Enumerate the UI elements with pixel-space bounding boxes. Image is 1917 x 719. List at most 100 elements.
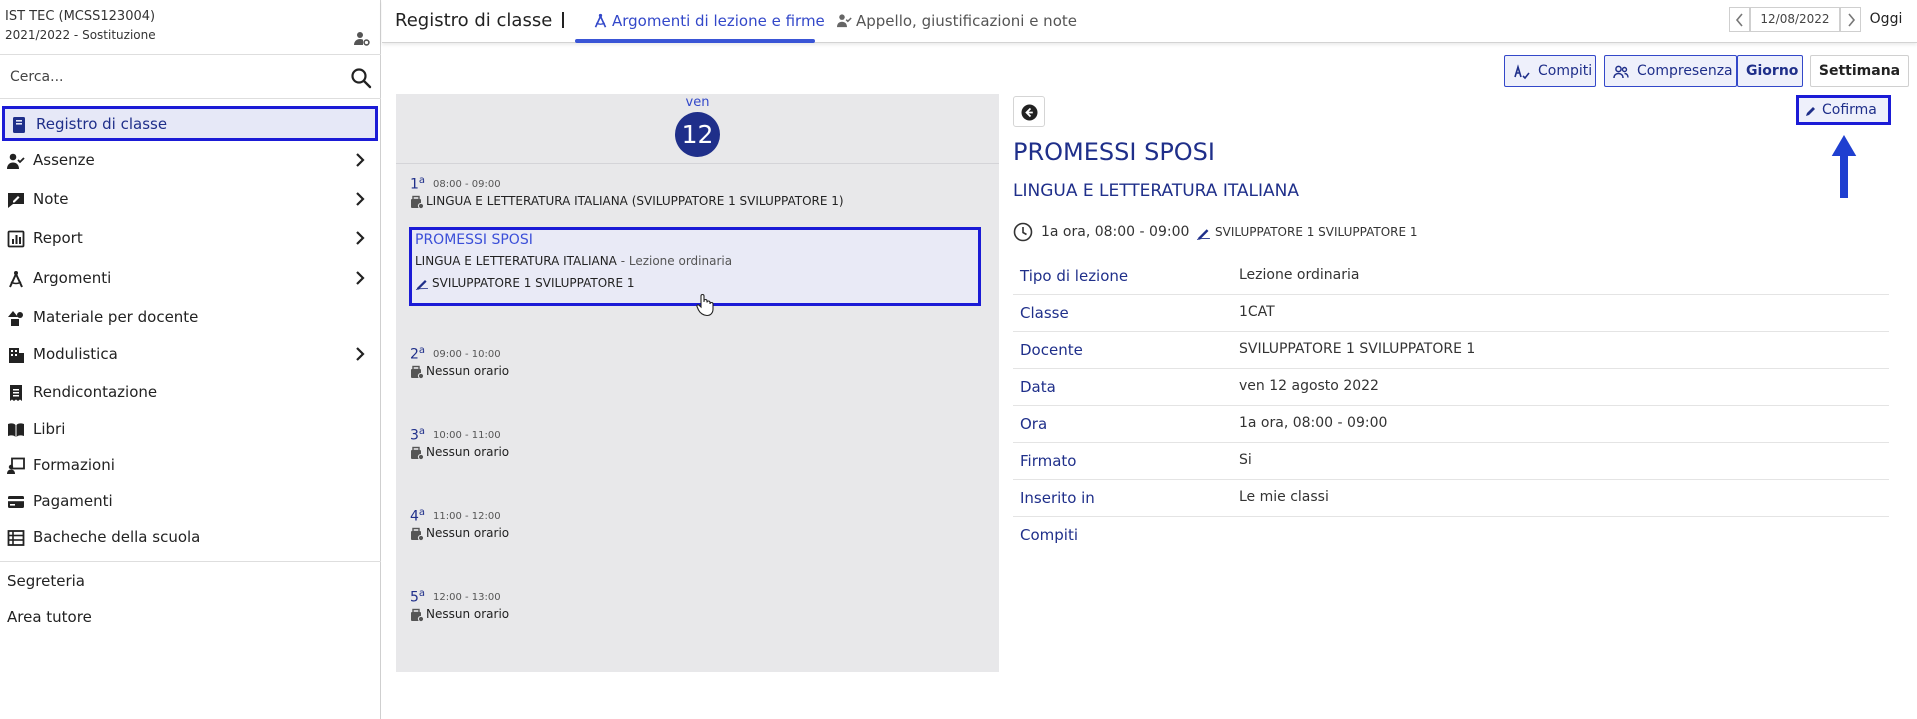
class-icon [411,195,424,209]
presentation-icon [7,457,25,474]
detail-title: PROMESSI SPOSI [1013,138,1215,166]
slot-time: 10:00 - 11:00 [433,430,501,441]
detail-row: Tipo di lezione Lezione ordinaria [1013,258,1889,295]
chevron-right-icon [1848,13,1856,27]
sidebar-item-libri[interactable]: Libri [0,412,381,446]
slot-text: Nessun orario [426,607,510,621]
slot-time: 12:00 - 13:00 [433,592,501,603]
detail-value: Le mie classi [1239,489,1329,505]
detail-value: 1CAT [1239,304,1275,320]
detail-subject: LINGUA E LETTERATURA ITALIANA [1013,181,1300,201]
giorno-button[interactable]: Giorno [1737,55,1803,87]
detail-value: ven 12 agosto 2022 [1239,378,1379,394]
sidebar-item-argomenti[interactable]: Argomenti [0,261,381,295]
compiti-button[interactable]: Compiti [1504,55,1596,87]
chart-icon [7,230,25,248]
class-icon [411,446,424,460]
prev-date-button[interactable] [1729,7,1750,32]
class-icon [411,365,424,379]
settimana-button[interactable]: Settimana [1810,55,1909,87]
sidebar-item-segreteria[interactable]: Segreteria [7,572,85,590]
title-divider [562,12,564,28]
receipt-icon [10,385,22,401]
sidebar-item-assenze[interactable]: Assenze [0,143,381,177]
slot-hour: 1a [410,175,426,193]
sidebar-item-label: Argomenti [33,269,112,287]
credit-card-icon [8,496,24,508]
sidebar-item-report[interactable]: Report [0,221,381,255]
homework-icon [1514,64,1530,80]
lesson-subject: LINGUA E LETTERATURA ITALIANA - Lezione … [415,254,733,268]
lesson-card[interactable]: PROMESSI SPOSI LINGUA E LETTERATURA ITAL… [409,227,981,306]
button-label: Compresenza [1637,63,1733,79]
search-icon[interactable] [350,67,372,89]
sidebar-item-note[interactable]: Note [0,182,381,216]
detail-row: Docente SVILUPPATORE 1 SVILUPPATORE 1 [1013,332,1889,369]
detail-value: SVILUPPATORE 1 SVILUPPATORE 1 [1239,341,1476,357]
user-check-icon [837,14,852,28]
chevron-left-icon [1735,13,1743,27]
page-title: Registro di classe [395,10,553,31]
class-icon [411,527,424,541]
slot-text: Nessun orario [426,526,510,540]
slot-text: Nessun orario [426,445,510,459]
detail-row: Data ven 12 agosto 2022 [1013,369,1889,406]
tab-appello[interactable]: Appello, giustificazioni e note [837,11,1087,43]
user-settings-icon[interactable] [354,30,370,46]
class-icon [411,608,424,622]
detail-key: Ora [1020,415,1048,433]
detail-row: Compiti [1013,517,1889,554]
compresenza-button[interactable]: Compresenza [1604,55,1737,87]
day-header: ven 12 [396,94,999,164]
search-bar [0,56,381,99]
slot-time: 11:00 - 12:00 [433,511,501,522]
sidebar-item-label: Rendicontazione [33,383,158,401]
today-button[interactable]: Oggi [1863,7,1909,32]
cofirma-button[interactable]: Cofirma [1796,95,1891,125]
search-input[interactable] [10,64,340,90]
button-label: Cofirma [1822,102,1877,118]
sidebar-divider [0,561,381,562]
sidebar-item-registro-di-classe[interactable]: Registro di classe [2,106,378,141]
sidebar-item-pagamenti[interactable]: Pagamenti [0,484,381,518]
school-header: IST TEC (MCSS123004) 2021/2022 - Sostitu… [0,0,381,55]
sidebar-item-label: Report [33,229,83,247]
table-icon [7,530,25,546]
sidebar-item-modulistica[interactable]: Modulistica [0,337,381,371]
sidebar-item-rendicontazione[interactable]: Rendicontazione [0,375,381,409]
clock-icon [1013,222,1033,242]
detail-value: Si [1239,452,1252,468]
users-icon [1613,65,1629,79]
slot-text: LINGUA E LETTERATURA ITALIANA (SVILUPPAT… [426,194,844,208]
sidebar-item-formazioni[interactable]: Formazioni [0,448,381,482]
signature-icon [1196,229,1210,240]
chevron-right-icon [356,192,365,206]
slot-hour: 2a [410,345,426,363]
sidebar-item-area-tutore[interactable]: Area tutore [7,608,92,626]
next-date-button[interactable] [1840,7,1861,32]
sidebar-item-materiale-per-docente[interactable]: Materiale per docente [0,300,381,334]
detail-meta: 1a ora, 08:00 - 09:00 SVILUPPATORE 1 SVI… [1013,221,1613,243]
active-tab-indicator [575,39,815,43]
detail-key: Inserito in [1020,489,1095,507]
hand-cursor-icon [696,294,714,317]
tab-label: Argomenti di lezione e firme [612,12,825,30]
arrow-up-annotation-icon [1828,131,1860,200]
date-field[interactable]: 12/08/2022 [1750,7,1840,32]
back-button[interactable] [1013,96,1045,127]
detail-key: Docente [1020,341,1083,359]
detail-key: Tipo di lezione [1020,267,1129,285]
detail-teacher: SVILUPPATORE 1 SVILUPPATORE 1 [1215,225,1418,239]
tab-argomenti-di-lezione[interactable]: Argomenti di lezione e firme [575,11,833,43]
note-icon [8,193,24,208]
detail-row: Classe 1CAT [1013,295,1889,332]
sidebar-item-bacheche-della-scuola[interactable]: Bacheche della scuola [0,520,381,554]
chevron-right-icon [356,153,365,167]
pencil-icon [1806,107,1815,116]
open-book-icon [8,423,24,437]
detail-key: Classe [1020,304,1069,322]
lesson-title: PROMESSI SPOSI [415,232,533,248]
detail-row: Inserito in Le mie classi [1013,480,1889,517]
detail-time: 1a ora, 08:00 - 09:00 [1041,224,1190,240]
sidebar-item-label: Formazioni [33,456,115,474]
